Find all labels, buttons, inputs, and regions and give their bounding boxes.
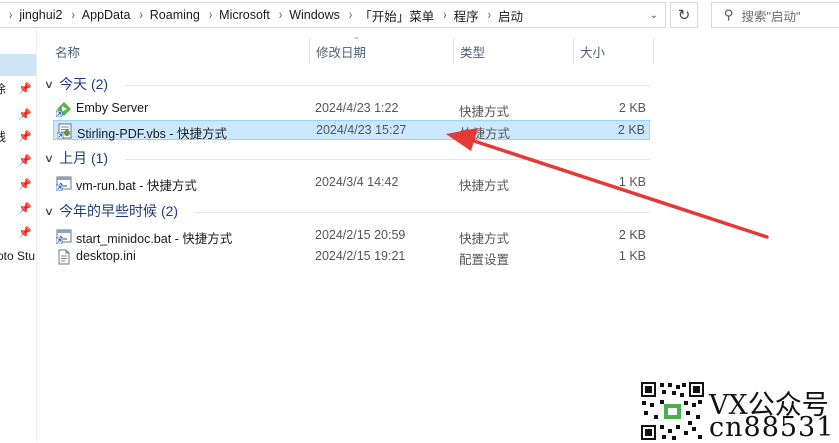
annotation-arrow bbox=[446, 128, 769, 239]
watermark-line2: cn88531 bbox=[709, 412, 835, 443]
annotation-arrow-head bbox=[446, 128, 478, 151]
qr-code bbox=[640, 381, 705, 441]
annotation-arrow-shaft bbox=[463, 136, 769, 239]
